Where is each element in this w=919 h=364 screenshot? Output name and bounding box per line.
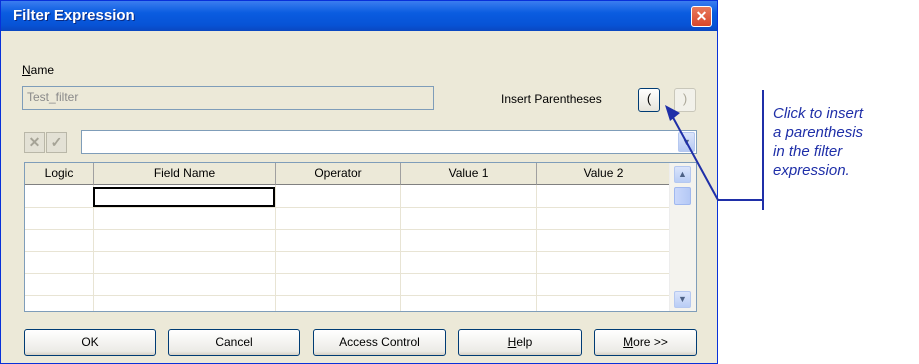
insert-open-parenthesis-button[interactable]: ( (638, 88, 660, 112)
title-bar: Filter Expression ✕ (1, 1, 717, 31)
scroll-down-icon: ▼ (678, 294, 687, 304)
filter-expression-dialog: Filter Expression ✕ Name Test_filter Ins… (0, 0, 718, 364)
access-control-button[interactable]: Access Control (313, 329, 446, 356)
cancel-edit-button[interactable]: ✕ (24, 132, 45, 153)
expression-combo[interactable]: ▼ (81, 130, 697, 154)
annotation-line: in the filter (773, 143, 843, 160)
annotation-line: expression. (773, 162, 850, 179)
column-header-field-name[interactable]: Field Name (94, 163, 276, 185)
grid-line (25, 207, 671, 208)
grid-line (25, 295, 671, 296)
grid-line (25, 229, 671, 230)
insert-parentheses-label: Insert Parentheses (501, 92, 602, 106)
scroll-down-button[interactable]: ▼ (674, 291, 691, 308)
close-icon: ✕ (695, 8, 708, 24)
accept-edit-button[interactable]: ✓ (46, 132, 67, 153)
name-label: Name (22, 63, 55, 77)
active-cell-field-name[interactable] (93, 187, 275, 207)
callout-annotation: Click to insert a parenthesis in the fil… (773, 104, 863, 180)
column-header-operator[interactable]: Operator (276, 163, 401, 185)
callout-arrow (665, 105, 762, 201)
annotation-line: a parenthesis (773, 124, 864, 141)
close-button[interactable]: ✕ (691, 6, 712, 27)
window-title: Filter Expression (13, 7, 135, 24)
grid-line (25, 273, 671, 274)
column-header-value-1[interactable]: Value 1 (401, 163, 537, 185)
ok-button[interactable]: OK (24, 329, 156, 356)
help-button[interactable]: Help (458, 329, 582, 356)
grid-line (536, 185, 537, 311)
name-field[interactable]: Test_filter (22, 86, 434, 110)
grid-line (275, 185, 276, 311)
checkmark-icon: ✓ (50, 134, 63, 150)
grid-line (25, 251, 671, 252)
grid-line (400, 185, 401, 311)
column-header-logic[interactable]: Logic (25, 163, 94, 185)
cancel-button[interactable]: Cancel (168, 329, 300, 356)
column-header-value-2[interactable]: Value 2 (537, 163, 671, 185)
filter-grid[interactable]: Logic Field Name Operator Value 1 Value … (24, 162, 697, 312)
annotation-line: Click to insert (773, 105, 864, 122)
more-button[interactable]: More >> (594, 329, 697, 356)
callout-bar (762, 90, 764, 210)
x-icon: ✕ (28, 134, 41, 150)
